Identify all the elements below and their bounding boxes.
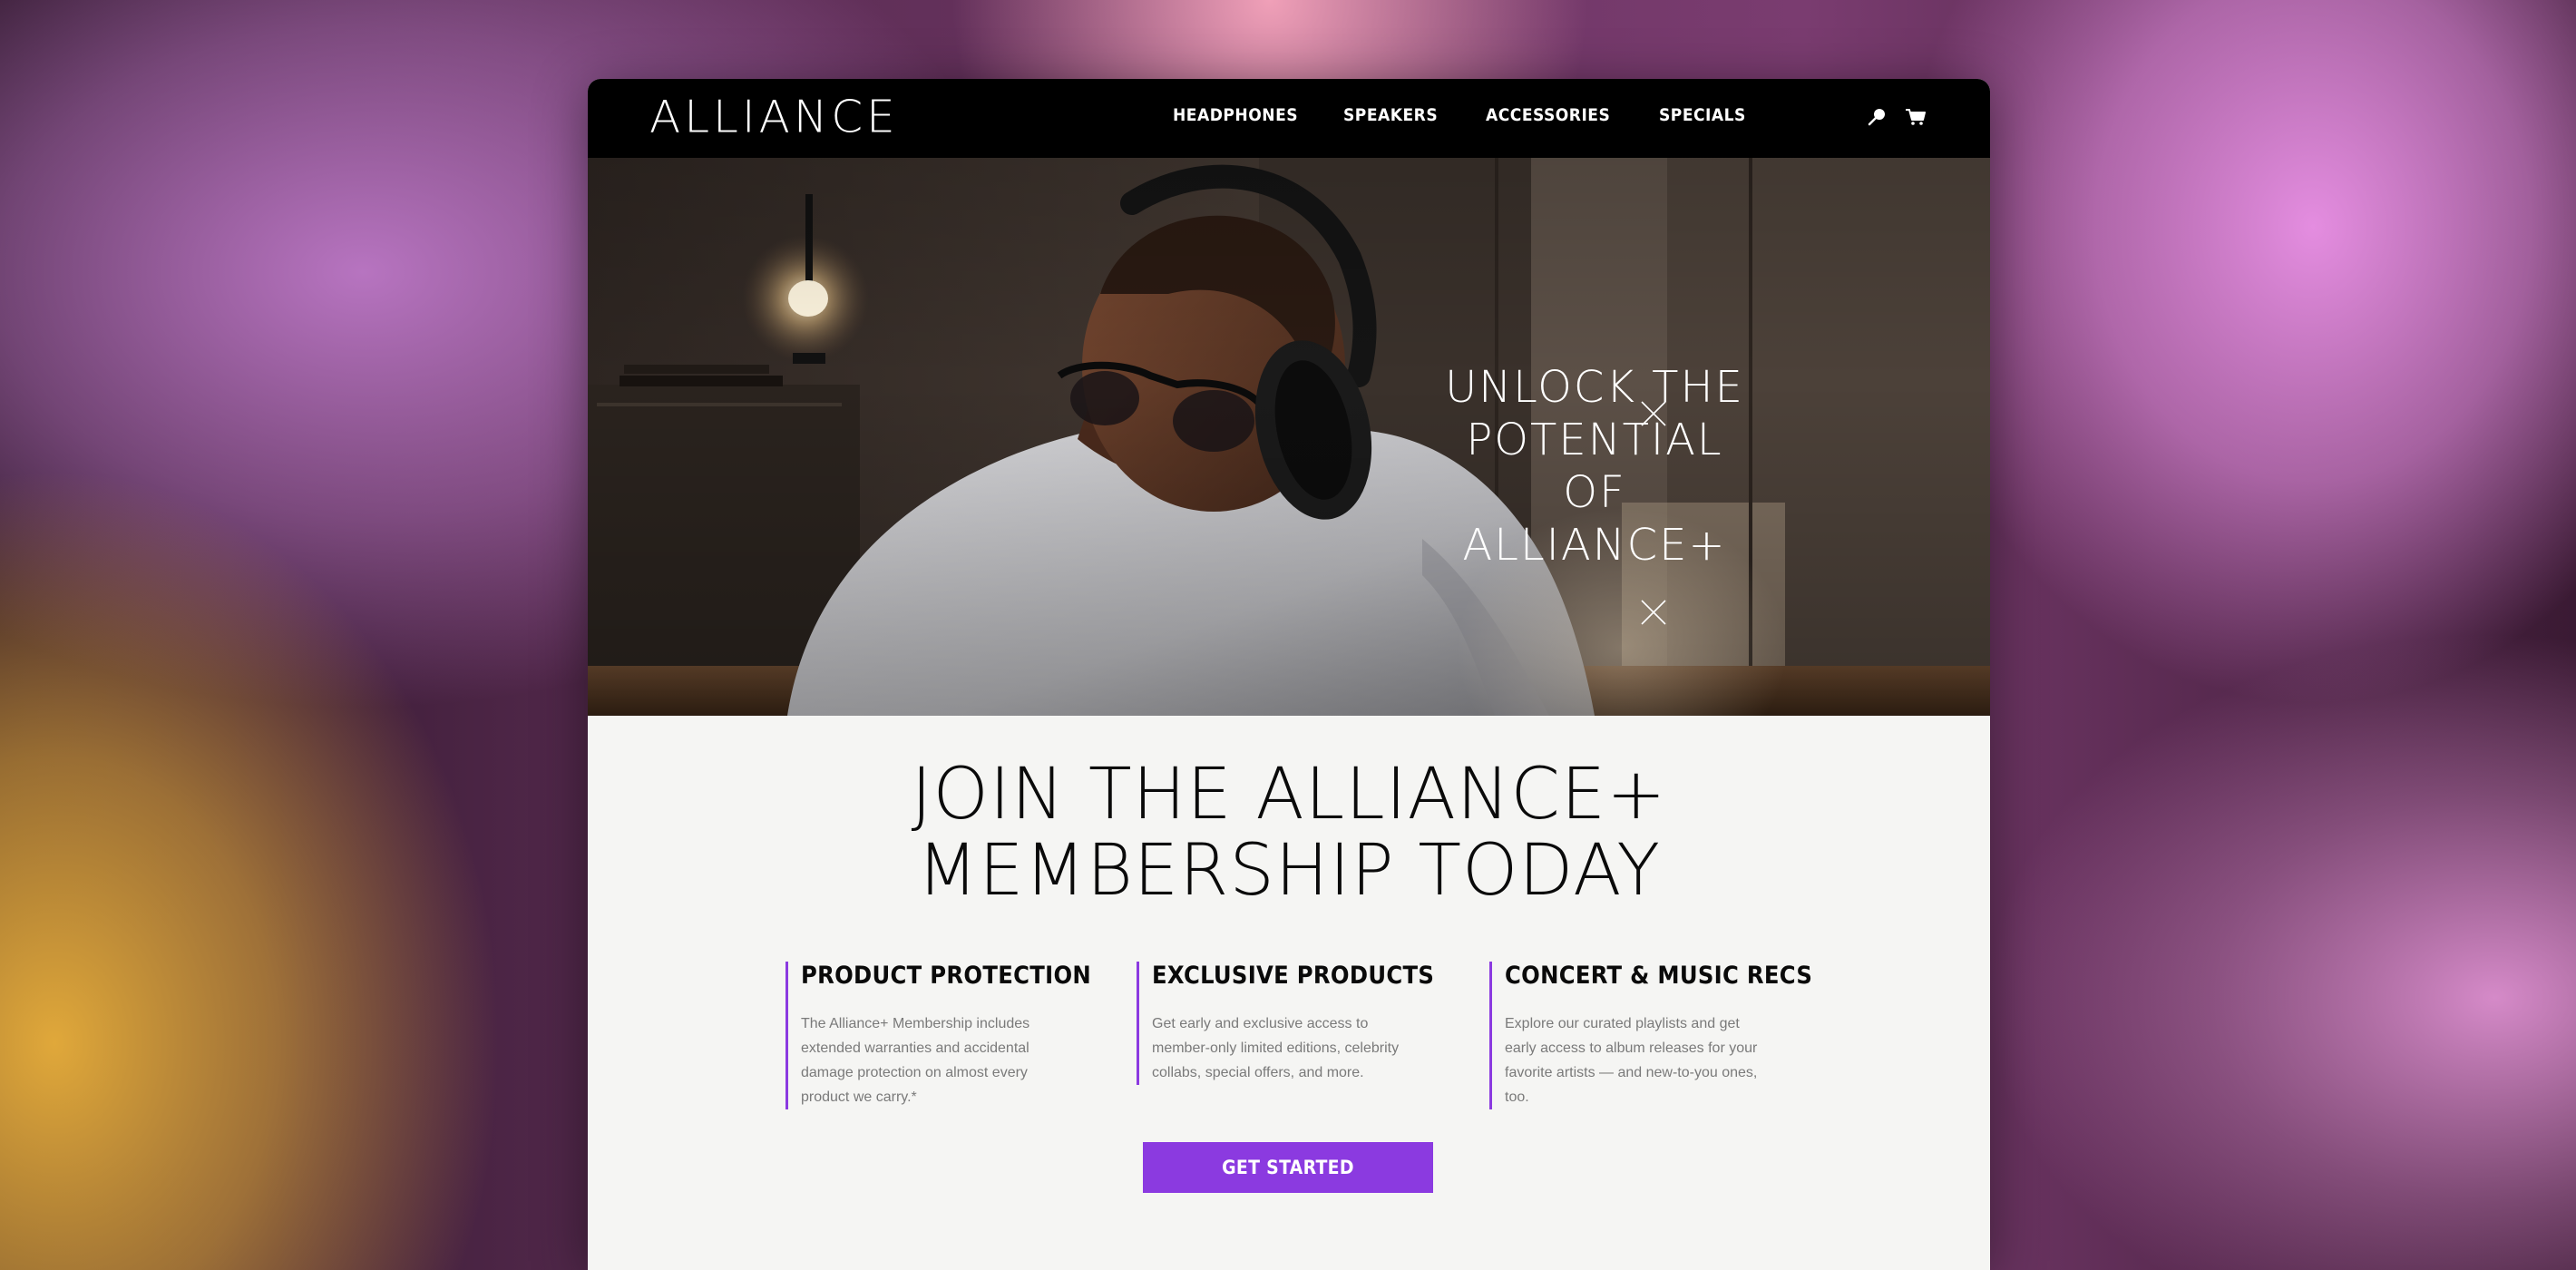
search-icon[interactable] xyxy=(1867,106,1888,128)
feature-product-protection: PRODUCT PROTECTION The Alliance+ Members… xyxy=(785,962,1092,1109)
feature-title: EXCLUSIVE PRODUCTS xyxy=(1152,962,1435,990)
feature-description: The Alliance+ Membership includes extend… xyxy=(801,1016,1030,1105)
hero-banner: UNLOCK THE POTENTIAL OF ALLIANCE+ xyxy=(588,158,1990,716)
hero-title: UNLOCK THE POTENTIAL OF ALLIANCE+ xyxy=(1440,361,1749,572)
browser-window: ALLIANCE HEADPHONES SPEAKERS ACCESSORIES… xyxy=(588,79,1990,1270)
get-started-button[interactable]: GET STARTED xyxy=(1143,1142,1433,1193)
feature-title: PRODUCT PROTECTION xyxy=(801,962,1092,990)
nav-item-headphones[interactable]: HEADPHONES xyxy=(1173,105,1298,125)
feature-title: CONCERT & MUSIC RECS xyxy=(1505,962,1813,990)
cart-icon[interactable] xyxy=(1905,106,1927,128)
alliance-logo[interactable]: ALLIANCE xyxy=(649,93,899,142)
nav-item-speakers[interactable]: SPEAKERS xyxy=(1343,105,1438,125)
hero-title-line1: UNLOCK THE xyxy=(1445,362,1744,413)
membership-heading-line1: JOIN THE ALLIANCE+ xyxy=(911,754,1667,835)
membership-heading-line2: MEMBERSHIP TODAY xyxy=(916,830,1662,912)
membership-heading: JOIN THE ALLIANCE+ MEMBERSHIP TODAY xyxy=(588,757,1990,909)
decorative-x-bottom-icon xyxy=(1641,600,1666,625)
nav-item-accessories[interactable]: ACCESSORIES xyxy=(1486,105,1610,125)
feature-exclusive-products: EXCLUSIVE PRODUCTS Get early and exclusi… xyxy=(1137,962,1435,1085)
nav-item-specials[interactable]: SPECIALS xyxy=(1659,105,1746,125)
feature-description: Explore our curated playlists and get ea… xyxy=(1505,1016,1758,1105)
hero-title-line2: POTENTIAL OF xyxy=(1466,415,1723,518)
hero-title-line3: ALLIANCE+ xyxy=(1462,520,1727,571)
feature-description: Get early and exclusive access to member… xyxy=(1152,1016,1400,1080)
feature-concert-music-recs: CONCERT & MUSIC RECS Explore our curated… xyxy=(1489,962,1813,1109)
top-navigation-bar: ALLIANCE HEADPHONES SPEAKERS ACCESSORIES… xyxy=(588,79,1990,158)
hero-lighting-overlay xyxy=(588,158,1990,716)
